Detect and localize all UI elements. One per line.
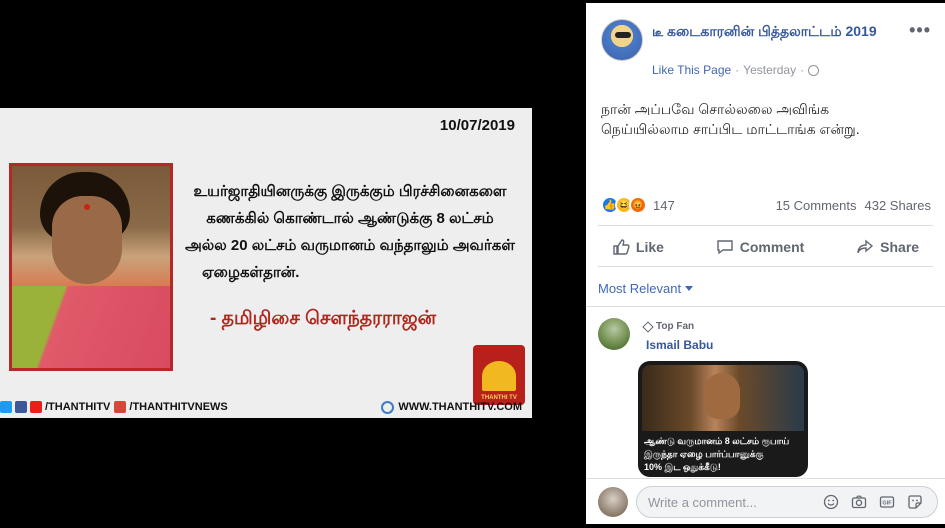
page-name-link[interactable]: டீ கடைகாரனின் பித்தலாட்டம் 2019 [652,21,892,41]
footer-handle-news: /THANTHITVNEWS [129,401,228,413]
engagement-counts: 15 Comments 432 Shares [776,198,931,213]
quote-author: - தமிழிசை சௌந்தரராஜன் [210,308,437,329]
comment-icon [717,240,733,255]
comment-sort-dropdown[interactable]: Most Relevant [598,281,694,296]
reactions-summary[interactable]: 👍 😆 😡 147 [601,196,675,214]
meme-line: 10% இட ஒதுக்கீடு! [644,462,721,472]
more-icon[interactable]: ••• [909,20,931,41]
post-text: நான் அப்பவே சொல்லலை அவிங்க நெய்யில்லாம ச… [601,99,931,139]
comment-composer: GIF [586,478,945,524]
share-label: Share [880,239,920,255]
quote-line: அல்ல 20 லட்சம் வருமானம் வந்தாலும் அவர்கள… [185,237,515,254]
footer-website: WWW.THANTHITV.COM [398,401,522,413]
angry-reaction-icon: 😡 [629,196,647,214]
photo-quote: உயர்ஜாதியினருக்கு இருக்கும் பிரச்சினைகளை… [180,178,520,286]
user-avatar[interactable] [598,487,628,517]
globe-icon [381,400,395,414]
post-panel: டீ கடைகாரனின் பித்தலாட்டம் 2019 ••• Like… [586,3,945,524]
shares-count[interactable]: 432 Shares [865,198,932,213]
quote-line: கணக்கில் கொண்டால் ஆண்டுக்கு 8 லட்சம் [206,210,494,227]
social-icon [0,401,12,413]
badge-label: Top Fan [656,321,695,332]
gplus-icon [114,401,127,413]
meme-line: ஆண்டு வருமானம் 8 லட்சம் ரூபாய் [644,436,790,446]
post-text-line: நான் அப்பவே சொல்லலை அவிங்க [601,101,830,117]
photo-viewer: 10/07/2019 உயர்ஜாதியினருக்கு இருக்கும் ப… [0,0,586,528]
quote-line: ஏழைகள்தான். [202,264,300,281]
post-meta: Like This Page · Yesterday · [652,63,820,77]
meta-separator: · [735,63,740,77]
like-label: Like [635,239,664,255]
sort-label: Most Relevant [598,281,682,296]
meme-line: இருந்தா ஏழை பார்ப்பானுக்கு [644,449,764,459]
commenter-avatar[interactable] [598,318,630,350]
meta-separator: · [800,63,805,77]
page-avatar[interactable] [601,19,643,61]
comment-input[interactable] [648,487,808,517]
globe-icon [808,64,820,76]
divider [586,306,945,307]
divider [598,225,933,226]
footer-handle: /THANTHITV [45,401,111,413]
comments-count[interactable]: 15 Comments [776,198,857,213]
action-bar: Like Comment Share [586,231,945,263]
commenter-name[interactable]: Ismail Babu [646,338,713,352]
gif-icon[interactable]: GIF [879,494,895,510]
photo-date: 10/07/2019 [439,117,515,134]
comment-image[interactable]: ஆண்டு வருமானம் 8 லட்சம் ரூபாய் இருந்தா ஏ… [638,361,808,477]
share-button[interactable]: Share [856,238,919,256]
quote-line: உயர்ஜாதியினருக்கு இருக்கும் பிரச்சினைகளை [193,183,507,200]
comment-button[interactable]: Comment [716,238,805,256]
like-page-link[interactable]: Like This Page [652,63,731,77]
reactions-count[interactable]: 147 [653,198,675,213]
chevron-down-icon [685,286,694,291]
post-text-line: நெய்யில்லாம சாப்பிட மாட்டாங்க என்று. [601,121,860,137]
share-icon [857,239,874,254]
post-time[interactable]: Yesterday [743,63,796,77]
youtube-icon [30,401,42,413]
meme-caption: ஆண்டு வருமானம் 8 லட்சம் ரூபாய் இருந்தா ஏ… [644,435,804,474]
sticker-icon[interactable] [907,494,923,510]
social-icon [15,401,27,413]
comment-box[interactable]: GIF [636,486,938,518]
like-button[interactable]: Like [612,238,664,256]
divider [598,266,933,267]
svg-text:GIF: GIF [882,501,892,507]
top-fan-badge: Top Fan [642,320,695,333]
like-icon [613,239,630,255]
meme-photo [642,365,804,431]
comment-label: Comment [739,239,805,255]
post-photo[interactable]: 10/07/2019 உயர்ஜாதியினருக்கு இருக்கும் ப… [0,108,532,418]
photo-footer: /THANTHITV /THANTHITVNEWS WWW.THANTHITV.… [0,396,532,418]
emoji-icon[interactable] [823,494,839,510]
portrait-image [9,163,173,371]
camera-icon[interactable] [851,494,867,510]
top-fan-icon [642,320,654,333]
